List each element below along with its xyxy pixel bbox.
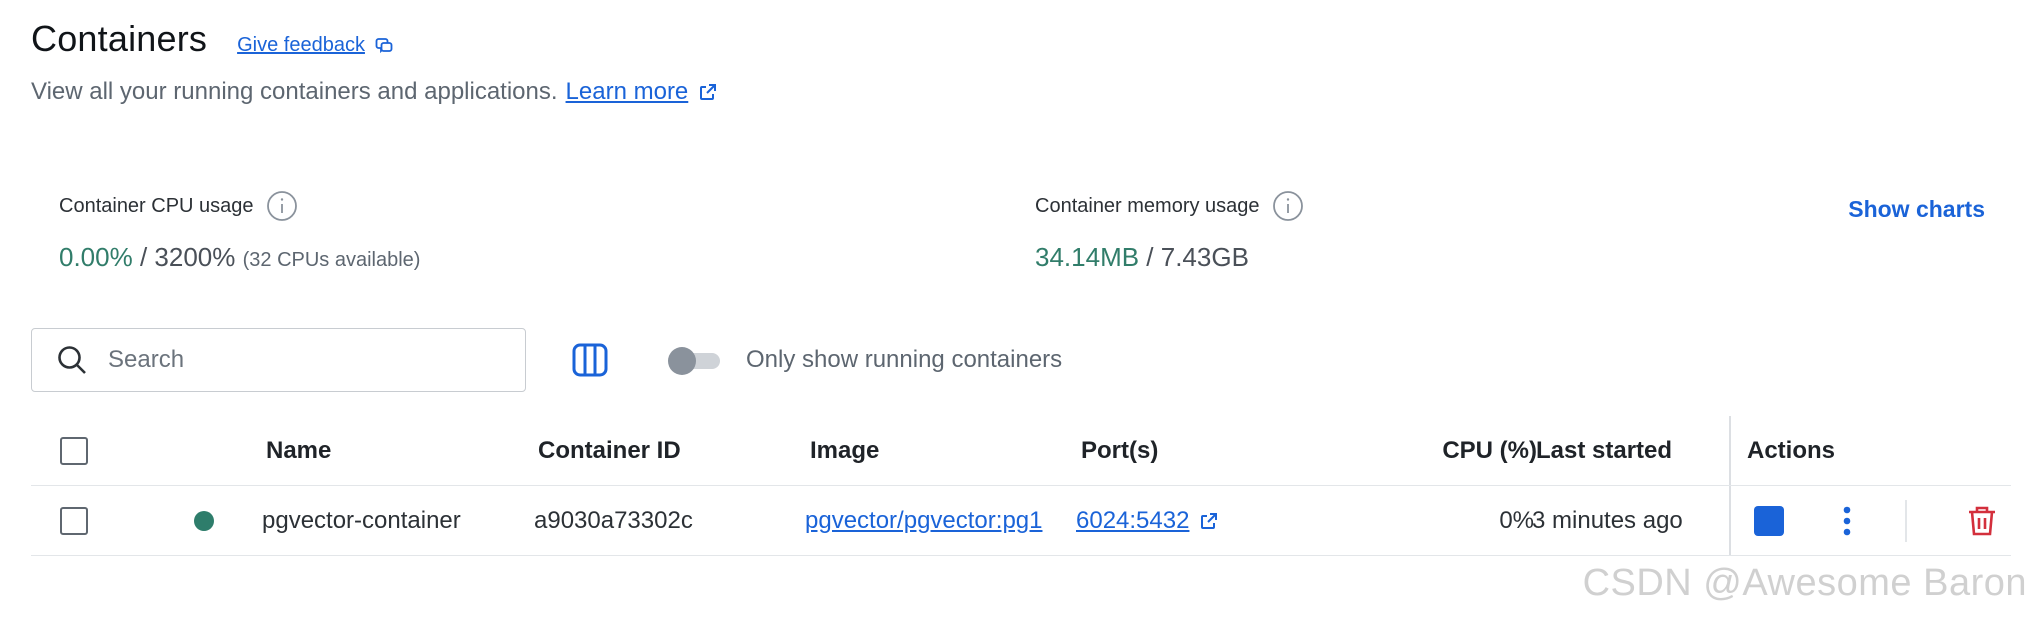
column-header-last-started[interactable]: Last started <box>1536 416 1672 486</box>
watermark: CSDN @Awesome Baron <box>1582 562 2027 604</box>
memory-usage-value: 34.14MB / 7.43GB <box>1035 242 1304 273</box>
container-name[interactable]: pgvector-container <box>262 486 461 556</box>
containers-table: Name Container ID Image Port(s) CPU (%) … <box>31 416 2011 556</box>
page-title: Containers <box>31 18 208 59</box>
image-link[interactable]: pgvector/pgvector:pg1 <box>805 507 1042 535</box>
page-subtitle: View all your running containers and app… <box>31 78 1993 106</box>
give-feedback-label: Give feedback <box>237 34 365 56</box>
row-select-cell <box>60 486 88 556</box>
memory-used: 34.14MB <box>1035 242 1140 272</box>
status-cell <box>194 486 214 556</box>
cpu-total: 3200% <box>154 242 236 272</box>
port-link[interactable]: 6024:5432 <box>1076 507 1219 535</box>
column-header-cpu[interactable]: CPU (%) <box>1407 416 1537 486</box>
delete-cell <box>1965 486 1999 556</box>
image-cell: pgvector/pgvector:pg1 <box>805 486 1042 556</box>
cpu-usage-label: Container CPU usage <box>59 194 254 217</box>
trash-icon <box>1969 506 1995 536</box>
cpu-separator: / <box>132 242 155 272</box>
memory-usage-stat: Container memory usage 34.14MB / 7.43GB <box>1035 190 1304 273</box>
memory-separator: / <box>1139 242 1161 272</box>
learn-more-link[interactable]: Learn more <box>566 78 719 106</box>
container-id: a9030a73302c <box>534 507 693 534</box>
info-icon[interactable] <box>266 190 298 222</box>
more-actions-button[interactable] <box>1837 501 1857 541</box>
running-only-toggle[interactable] <box>668 347 720 375</box>
last-started: 3 minutes ago <box>1532 507 1683 534</box>
external-link-icon <box>1201 513 1218 529</box>
cpu-usage-value: 0.00% / 3200% (32 CPUs available) <box>59 242 420 273</box>
cpu-note: (32 CPUs available) <box>242 249 421 271</box>
delete-button[interactable] <box>1965 504 1999 538</box>
cpu-used: 0.00% <box>59 242 133 272</box>
select-all-checkbox[interactable] <box>60 437 88 465</box>
column-header-container-id[interactable]: Container ID <box>538 416 681 486</box>
page-header: Containers Give feedback View all your r… <box>31 18 1993 106</box>
more-vertical-icon <box>1843 506 1851 536</box>
memory-total: 7.43GB <box>1160 242 1249 272</box>
search-icon <box>58 346 86 374</box>
column-header-ports[interactable]: Port(s) <box>1081 416 1158 486</box>
feedback-icon <box>375 37 393 53</box>
toolbar: Only show running containers <box>31 328 1062 392</box>
stop-cell <box>1754 486 1784 556</box>
memory-usage-label-row: Container memory usage <box>1035 190 1304 222</box>
port-mapping: 6024:5432 <box>1076 507 1190 534</box>
external-link-icon <box>700 84 717 100</box>
column-header-name[interactable]: Name <box>266 416 331 486</box>
search-input[interactable] <box>108 346 488 374</box>
learn-more-label: Learn more <box>565 78 689 105</box>
cpu-percent: 0% <box>1499 507 1534 534</box>
cpu-usage-stat: Container CPU usage 0.00% / 3200% (32 CP… <box>59 190 420 273</box>
search-box[interactable] <box>31 328 526 392</box>
stop-button[interactable] <box>1754 506 1784 536</box>
running-only-filter: Only show running containers <box>668 346 1063 375</box>
give-feedback-link[interactable]: Give feedback <box>237 34 393 57</box>
running-status-indicator <box>194 511 214 531</box>
table-header-row: Name Container ID Image Port(s) CPU (%) … <box>31 416 2011 486</box>
show-charts-button[interactable]: Show charts <box>1848 196 1985 223</box>
columns-icon <box>572 343 608 377</box>
more-cell <box>1837 486 1857 556</box>
cpu-usage-label-row: Container CPU usage <box>59 190 420 222</box>
toggle-knob <box>668 347 696 375</box>
column-header-actions: Actions <box>1747 437 1836 464</box>
title-row: Containers Give feedback <box>31 18 1993 60</box>
table-row[interactable]: pgvector-container a9030a73302c pgvector… <box>31 486 2011 556</box>
subtitle-text: View all your running containers and app… <box>31 78 558 105</box>
memory-usage-label: Container memory usage <box>1035 194 1260 217</box>
actions-separator <box>1905 500 1907 542</box>
select-all-cell <box>60 416 88 486</box>
usage-stats: Container CPU usage 0.00% / 3200% (32 CP… <box>59 190 1991 280</box>
row-checkbox[interactable] <box>60 507 88 535</box>
column-header-image[interactable]: Image <box>810 416 879 486</box>
running-only-label: Only show running containers <box>746 346 1063 373</box>
info-icon[interactable] <box>1272 190 1304 222</box>
columns-toggle-button[interactable] <box>570 340 610 380</box>
ports-cell: 6024:5432 <box>1076 486 1219 556</box>
